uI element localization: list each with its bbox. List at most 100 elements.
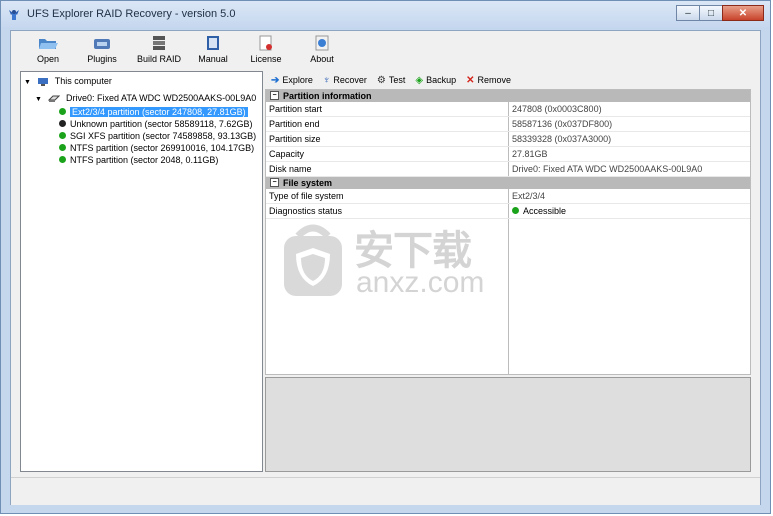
property-row[interactable]: Partition start 247808 (0x0003C800): [266, 102, 750, 117]
hard-drive-icon: [48, 95, 61, 102]
remove-button[interactable]: ✕ Remove: [466, 75, 511, 86]
remove-x-icon: ✕: [466, 74, 475, 86]
expand-arrow-icon[interactable]: ▼: [24, 79, 31, 86]
expand-arrow-icon[interactable]: ▼: [35, 96, 42, 103]
property-row[interactable]: Type of file system Ext2/3/4: [266, 189, 750, 204]
property-row[interactable]: Partition size 58339328 (0x037A3000): [266, 132, 750, 147]
property-value: 58339328 (0x037A3000): [512, 134, 612, 144]
recover-label: Recover: [333, 75, 367, 85]
app-icon: [9, 10, 19, 20]
raid-disks-icon: [153, 36, 165, 50]
title-bar[interactable]: UFS Explorer RAID Recovery - version 5.0…: [1, 1, 770, 29]
app-window: UFS Explorer RAID Recovery - version 5.0…: [0, 0, 771, 514]
build-raid-button[interactable]: Build RAID: [132, 34, 186, 64]
details-pane: ➔ Explore ♆ Recover ⚙ Test ◈ Backup ✕ Remove …: [265, 71, 751, 472]
test-label: Test: [388, 75, 406, 85]
test-button[interactable]: ⚙ Test: [377, 75, 405, 86]
tree-partition-item[interactable]: SGI XFS partition (sector 74589858, 93.1…: [59, 130, 256, 142]
status-bar: [11, 477, 760, 505]
partition-label: Unknown partition (sector 58589118, 7.62…: [70, 119, 253, 129]
property-key: Partition start: [269, 104, 323, 114]
window-title: UFS Explorer RAID Recovery - version 5.0: [27, 8, 236, 20]
computer-icon: [38, 77, 49, 86]
partition-label: SGI XFS partition (sector 74589858, 93.1…: [70, 131, 257, 141]
collapse-icon[interactable]: −: [270, 91, 279, 101]
backup-label: Backup: [426, 75, 457, 85]
property-key: Partition size: [269, 134, 321, 144]
status-dot-icon: [59, 132, 66, 140]
property-row[interactable]: Disk name Drive0: Fixed ATA WDC WD2500AAK…: [266, 162, 750, 177]
property-key: Partition end: [269, 119, 320, 129]
license-icon: [259, 35, 272, 51]
property-value-text: Accessible: [523, 206, 567, 216]
status-dot-icon: [59, 108, 66, 116]
maximize-button[interactable]: □: [699, 5, 723, 21]
tree-root-label: This computer: [54, 76, 112, 86]
properties-grid: − Partition information Partition start 24…: [265, 89, 751, 375]
property-row[interactable]: Partition end 58587136 (0x037DF800): [266, 117, 750, 132]
remove-label: Remove: [477, 75, 512, 85]
open-button[interactable]: Open: [23, 34, 73, 64]
tree-root[interactable]: ▼ This computer: [24, 75, 112, 87]
manual-book-icon: [207, 36, 219, 50]
property-row[interactable]: Capacity 27.81GB: [266, 147, 750, 162]
status-dot-icon: [59, 144, 66, 152]
collapse-icon[interactable]: −: [270, 178, 279, 188]
partition-info-title: Partition information: [283, 91, 372, 101]
partition-label: Ext2/3/4 partition (sector 247808, 27.81…: [70, 107, 248, 117]
file-system-section[interactable]: − File system: [266, 177, 750, 189]
tree-partition-item[interactable]: NTFS partition (sector 269910016, 104.17…: [59, 142, 254, 154]
property-key: Type of file system: [269, 191, 344, 201]
recover-icon: ♆: [322, 74, 331, 86]
toolbar: Open Plugins Build RAID Manual License A…: [11, 31, 760, 71]
about-label: About: [310, 54, 334, 64]
partition-info-section[interactable]: − Partition information: [266, 90, 750, 102]
about-icon: [315, 35, 329, 51]
status-dot-icon: [59, 156, 66, 164]
property-value: 247808 (0x0003C800): [512, 104, 602, 114]
explore-label: Explore: [282, 75, 313, 85]
tree-partition-item[interactable]: Unknown partition (sector 58589118, 7.62…: [59, 118, 252, 130]
test-icon: ⚙: [376, 74, 386, 86]
property-value: Ext2/3/4: [512, 191, 546, 201]
explore-button[interactable]: ➔ Explore: [271, 75, 313, 86]
partition-label: NTFS partition (sector 269910016, 104.17…: [70, 143, 255, 153]
property-row[interactable]: Diagnostics status Accessible: [266, 204, 750, 219]
file-system-title: File system: [283, 178, 333, 188]
property-value: Accessible: [512, 204, 566, 219]
device-tree[interactable]: ▼ This computer ▼ Drive0: Fixed ATA WDC …: [20, 71, 263, 472]
tree-drive-label: Drive0: Fixed ATA WDC WD2500AAKS-00L9A0: [65, 93, 257, 103]
arrow-right-icon: ➔: [271, 74, 280, 86]
plugins-icon: [94, 39, 110, 49]
backup-icon: ◈: [415, 74, 424, 86]
status-ok-icon: [512, 207, 519, 215]
partition-label: NTFS partition (sector 2048, 0.11GB): [70, 155, 219, 165]
manual-button[interactable]: Manual: [188, 34, 238, 64]
about-button[interactable]: About: [297, 34, 347, 64]
tree-drive[interactable]: ▼ Drive0: Fixed ATA WDC WD2500AAKS-00L9A…: [35, 92, 256, 104]
action-bar: ➔ Explore ♆ Recover ⚙ Test ◈ Backup ✕ Remove: [265, 71, 751, 89]
close-button[interactable]: ✕: [722, 5, 764, 21]
build-raid-label: Build RAID: [136, 54, 181, 64]
client-area: Open Plugins Build RAID Manual License A…: [10, 30, 761, 505]
tree-partition-item[interactable]: Ext2/3/4 partition (sector 247808, 27.81…: [59, 106, 248, 118]
minimize-button[interactable]: –: [676, 5, 700, 21]
open-label: Open: [36, 54, 60, 64]
plugins-label: Plugins: [87, 54, 117, 64]
open-folder-icon: [39, 39, 58, 49]
property-value: 27.81GB: [512, 149, 548, 159]
property-value: 58587136 (0x037DF800): [512, 119, 613, 129]
recover-button[interactable]: ♆ Recover: [323, 75, 367, 86]
plugins-button[interactable]: Plugins: [77, 34, 127, 64]
tree-partition-item[interactable]: NTFS partition (sector 2048, 0.11GB): [59, 154, 218, 166]
status-dot-icon: [59, 120, 66, 128]
license-button[interactable]: License: [241, 34, 291, 64]
backup-button[interactable]: ◈ Backup: [415, 75, 456, 86]
license-label: License: [250, 54, 282, 64]
property-key: Diagnostics status: [269, 206, 343, 216]
preview-panel: [265, 377, 751, 472]
property-key: Capacity: [269, 149, 305, 159]
property-key: Disk name: [269, 164, 312, 174]
property-value: Drive0: Fixed ATA WDC WD2500AAKS-00L9A0: [512, 164, 703, 174]
manual-label: Manual: [198, 54, 228, 64]
